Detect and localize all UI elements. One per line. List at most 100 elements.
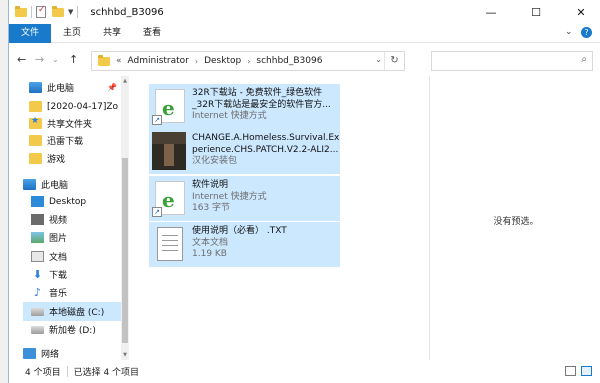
sidebar-item-label: 音乐 <box>49 289 68 299</box>
file-name: 使用说明（必看） .TXT <box>192 226 287 236</box>
file-name-line2: perience.CHS.PATCH.V2.2-ALI2... <box>192 144 339 155</box>
file-explorer-window: ▼ schhbd_B3096 — ☐ ✕ 文件 主页 共享 查看 ⌄ ? ← →… <box>8 0 600 383</box>
up-button[interactable]: ↑ <box>69 53 78 66</box>
file-name-line1: 32R下载站 - 免费软件_绿色软件 <box>192 88 323 98</box>
file-size: 1.19 KB <box>192 249 227 259</box>
desktop-icon <box>31 196 44 207</box>
internet-shortcut-icon: e ↗ <box>152 87 188 127</box>
scroll-up-icon[interactable]: ▲ <box>121 78 129 84</box>
file-name-line2: _32R下载站是最安全的软件官方... <box>192 99 331 110</box>
file-size: 163 字节 <box>192 203 231 213</box>
new-folder-icon[interactable] <box>52 5 64 17</box>
address-bar-row: ← → ⌄ ↑ « Administrator › Desktop › schh… <box>9 43 600 76</box>
preview-empty-message: 没有预选。 <box>493 217 539 227</box>
sidebar-item-pictures[interactable]: 图片 <box>31 228 121 247</box>
text-file-icon <box>152 225 188 265</box>
title-bar: ▼ schhbd_B3096 — ☐ ✕ <box>9 0 600 24</box>
minimize-button[interactable]: — <box>471 0 511 24</box>
download-icon: ⬇ <box>32 268 43 281</box>
sidebar-item-drive-d[interactable]: 新加卷 (D:) <box>31 320 121 339</box>
sidebar-item-documents[interactable]: 文档 <box>31 247 121 266</box>
video-icon <box>31 214 44 225</box>
recent-locations-button[interactable]: ⌄ <box>52 55 59 64</box>
address-dropdown-button[interactable]: ⌄ <box>375 55 382 64</box>
file-item[interactable]: 使用说明（必看） .TXT 文本文档 1.19 KB <box>149 222 340 267</box>
scrollbar-thumb[interactable] <box>122 158 128 343</box>
tab-file[interactable]: 文件 <box>9 24 51 43</box>
customize-toolbar-icon[interactable]: ▼ <box>68 8 73 16</box>
details-view-icon[interactable] <box>565 366 576 376</box>
selected-count: 已选择 4 个项目 <box>73 368 140 378</box>
search-icon: ⌕ <box>581 54 587 65</box>
folder-icon <box>29 153 42 164</box>
expand-ribbon-icon[interactable]: ⌄ <box>565 27 573 37</box>
computer-icon <box>29 82 42 93</box>
file-name-line1: CHANGE.A.Homeless.Survival.Ex <box>192 133 340 143</box>
pictures-icon <box>31 232 44 243</box>
sidebar-item-games[interactable]: 游戏 <box>29 149 121 168</box>
sidebar-item-label: 此电脑 <box>41 181 69 191</box>
item-count: 4 个项目 <box>25 368 61 378</box>
sidebar-item-quick-this-pc[interactable]: 此电脑 📌 <box>29 78 121 97</box>
breadcrumb-desktop[interactable]: Desktop <box>204 56 241 66</box>
sidebar-item-label: 共享文件夹 <box>47 120 93 130</box>
sidebar-item-label: 此电脑 <box>47 84 75 94</box>
folder-icon <box>98 54 110 66</box>
computer-icon <box>23 179 36 190</box>
status-separator <box>66 366 68 377</box>
scroll-down-icon[interactable]: ▼ <box>121 352 129 358</box>
sidebar-item-desktop[interactable]: Desktop <box>31 192 121 211</box>
large-icons-view-icon[interactable] <box>581 366 592 376</box>
close-button[interactable]: ✕ <box>561 0 600 24</box>
sidebar-item-xunlei-download[interactable]: 迅雷下载 <box>29 131 121 150</box>
sidebar-item-label: 网络 <box>41 350 60 360</box>
back-button[interactable]: ← <box>17 53 26 66</box>
sidebar-item-label: [2020-04-17]Zo <box>47 101 118 112</box>
sidebar-item-drive-c[interactable]: 本地磁盘 (C:) <box>23 302 121 321</box>
sidebar-item-label: 新加卷 (D:) <box>49 326 96 336</box>
folder-icon <box>15 5 27 17</box>
sidebar-item-videos[interactable]: 视频 <box>31 210 121 229</box>
pin-icon: 📌 <box>107 83 117 92</box>
sidebar-item-label: 迅雷下载 <box>47 137 84 147</box>
background-window-edge <box>0 0 8 383</box>
help-icon[interactable]: ? <box>581 27 592 38</box>
properties-icon[interactable] <box>36 5 46 18</box>
breadcrumb-current-folder[interactable]: schhbd_B3096 <box>256 56 322 66</box>
title-separator <box>77 6 79 18</box>
sidebar-item-label: 图片 <box>49 234 68 244</box>
documents-icon <box>31 251 44 262</box>
tab-share[interactable]: 共享 <box>93 24 131 43</box>
file-type: 汉化安装包 <box>192 156 238 166</box>
sidebar-item-label: 游戏 <box>47 155 66 165</box>
file-type: 文本文档 <box>192 237 229 248</box>
address-box[interactable]: « Administrator › Desktop › schhbd_B3096… <box>91 51 405 71</box>
search-input[interactable]: ⌕ <box>431 51 593 71</box>
breadcrumb-overflow[interactable]: « <box>116 56 122 66</box>
file-type: Internet 快捷方式 <box>192 111 267 121</box>
breadcrumb-separator[interactable]: › <box>195 57 198 66</box>
refresh-button[interactable]: ↻ <box>384 52 404 70</box>
folder-icon <box>29 101 42 112</box>
maximize-button[interactable]: ☐ <box>516 0 556 24</box>
tab-home[interactable]: 主页 <box>53 24 91 43</box>
sidebar-item-downloads[interactable]: ⬇ 下载 <box>31 265 121 284</box>
sidebar-item-music[interactable]: ♪ 音乐 <box>31 283 121 302</box>
tab-view[interactable]: 查看 <box>133 24 171 43</box>
navigation-scrollbar[interactable]: ▲ ▼ <box>121 76 129 360</box>
forward-button[interactable]: → <box>35 53 44 66</box>
file-type: Internet 快捷方式 <box>192 191 267 202</box>
breadcrumb-administrator[interactable]: Administrator <box>128 56 189 66</box>
status-bar: 4 个项目 已选择 4 个项目 <box>9 360 600 383</box>
music-icon: ♪ <box>33 286 42 299</box>
file-item[interactable]: e ↗ 32R下载站 - 免费软件_绿色软件 _32R下载站是最安全的软件官方..… <box>149 84 340 129</box>
ribbon-tabs: 文件 主页 共享 查看 ⌄ ? <box>9 24 600 43</box>
shared-folder-icon <box>29 116 42 129</box>
file-item[interactable]: CHANGE.A.Homeless.Survival.Ex perience.C… <box>149 129 340 174</box>
file-list: e ↗ 32R下载站 - 免费软件_绿色软件 _32R下载站是最安全的软件官方..… <box>129 76 429 360</box>
drive-icon <box>31 325 44 334</box>
file-item[interactable]: e ↗ 软件说明 Internet 快捷方式 163 字节 <box>149 176 340 221</box>
breadcrumb-separator[interactable]: › <box>247 57 250 66</box>
sidebar-item-label: 视频 <box>49 216 68 226</box>
window-title: schhbd_B3096 <box>90 6 164 18</box>
